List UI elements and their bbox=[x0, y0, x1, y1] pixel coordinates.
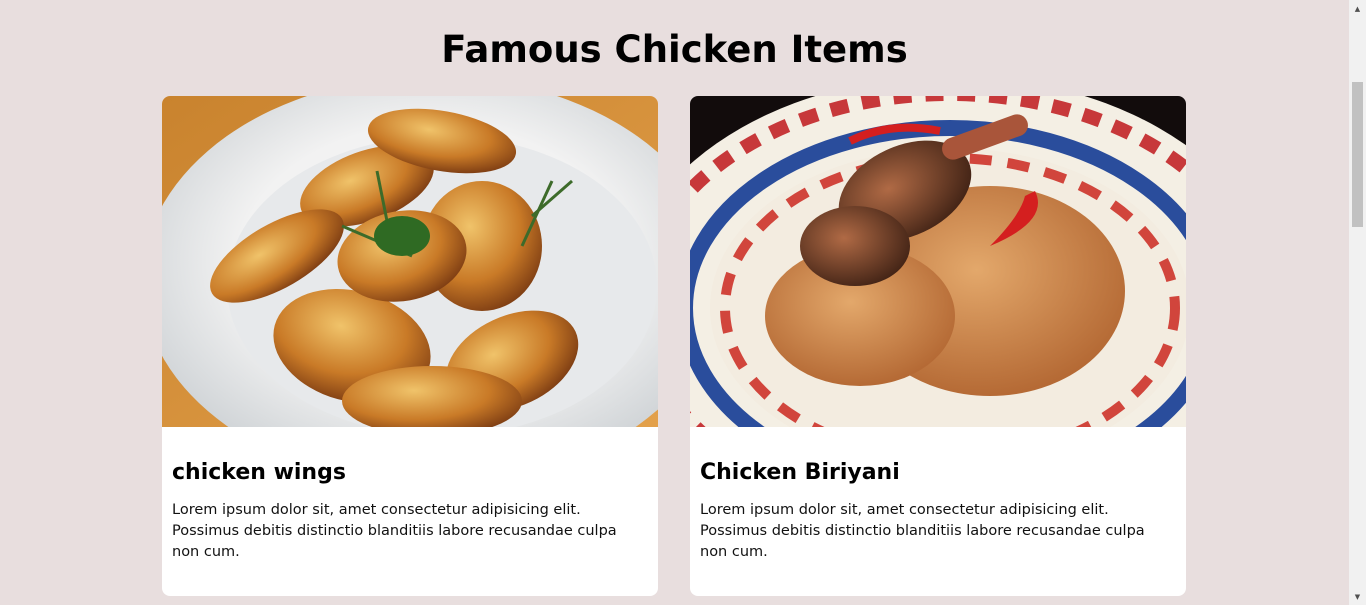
triangle-down-icon[interactable]: ▼ bbox=[1349, 588, 1366, 605]
page-title: Famous Chicken Items bbox=[441, 28, 908, 71]
card-description: Lorem ipsum dolor sit, amet consectetur … bbox=[172, 502, 617, 560]
scrollbar-thumb[interactable] bbox=[1352, 82, 1363, 227]
vertical-scrollbar[interactable]: ▲ ▼ bbox=[1349, 0, 1366, 605]
triangle-up-icon[interactable]: ▲ bbox=[1349, 0, 1366, 17]
card-description: Lorem ipsum dolor sit, amet consectetur … bbox=[700, 502, 1145, 560]
card-chicken-wings[interactable]: chicken wings Lorem ipsum dolor sit, ame… bbox=[162, 96, 658, 596]
card-chicken-biriyani[interactable]: Chicken Biriyani Lorem ipsum dolor sit, … bbox=[690, 96, 1186, 596]
chicken-wings-image bbox=[162, 96, 658, 427]
chicken-biriyani-image bbox=[690, 96, 1186, 427]
card-title: Chicken Biriyani bbox=[700, 460, 900, 485]
card-title: chicken wings bbox=[172, 460, 346, 485]
